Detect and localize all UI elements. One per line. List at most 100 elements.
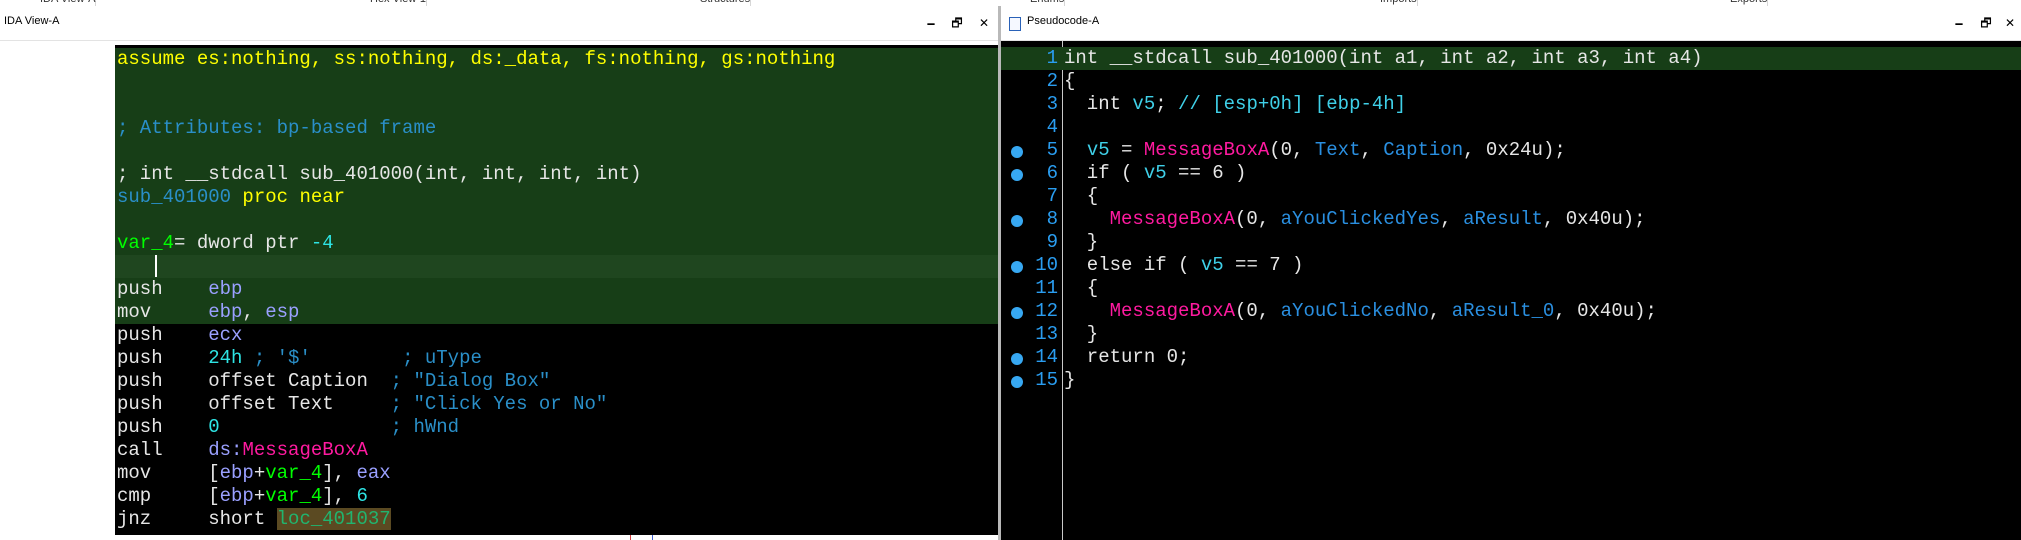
disassembly-line[interactable]: [115, 94, 998, 117]
pseudocode-text: if ( v5 == 6 ): [1064, 162, 1247, 185]
pseudocode-token: Caption: [1383, 139, 1464, 161]
restore-button[interactable]: 🗗: [1978, 15, 1994, 31]
pseudocode-line[interactable]: 9 }: [1001, 231, 2021, 254]
disassembly-line[interactable]: mov [ebp+var_4], eax: [115, 462, 998, 485]
disassembly-line[interactable]: jnz short loc_401037: [115, 508, 998, 531]
pseudocode-text: v5 = MessageBoxA(0, Text, Caption, 0x24u…: [1064, 139, 1566, 162]
pseudocode-line[interactable]: 2{: [1001, 70, 2021, 93]
pseudocode-text: int __stdcall sub_401000(int a1, int a2,…: [1064, 47, 1703, 70]
disassembly-line[interactable]: sub_401000 proc near: [115, 186, 998, 209]
minimize-button[interactable]: 🗕: [923, 15, 939, 31]
disassembly-token: 24h: [208, 347, 243, 369]
pseudocode-line[interactable]: 14 return 0;: [1001, 346, 2021, 369]
line-number: 2: [1046, 70, 1058, 92]
disassembly-line[interactable]: push offset Caption ; "Dialog Box": [115, 370, 998, 393]
disassembly-token: ecx: [208, 324, 243, 346]
close-button[interactable]: ✕: [2002, 15, 2018, 31]
disassembly-token: push: [117, 347, 209, 369]
disassembly-line[interactable]: push ebp: [115, 278, 998, 301]
pseudocode-token: aYouClickedYes: [1280, 208, 1441, 230]
disassembly-line[interactable]: [115, 255, 998, 278]
disassembly-token: ],: [322, 462, 357, 484]
line-number: 3: [1046, 93, 1058, 115]
disassembly-token: 0: [208, 416, 220, 438]
disassembly-token: cmp [: [117, 485, 220, 507]
disassembly-token: ebp: [219, 462, 254, 484]
disassembly-line[interactable]: push offset Text ; "Click Yes or No": [115, 393, 998, 416]
disassembly-token: call: [117, 439, 209, 461]
disassembly-token: ; hWnd: [390, 416, 460, 438]
disassembly-token: push offset Caption: [117, 370, 391, 392]
disassembly-line[interactable]: ; Attributes: bp-based frame: [115, 117, 998, 140]
ida-view-body[interactable]: assume es:nothing, ss:nothing, ds:_data,…: [0, 41, 998, 540]
disassembly-line[interactable]: cmp [ebp+var_4], 6: [115, 485, 998, 508]
pseudocode-token: ,: [1440, 208, 1464, 230]
pseudocode-token: v5: [1086, 139, 1110, 161]
pseudocode-text: }: [1064, 323, 1098, 346]
minimize-button[interactable]: 🗕: [1951, 15, 1967, 31]
pseudocode-line[interactable]: 7 {: [1001, 185, 2021, 208]
pseudocode-doc-icon: [1009, 17, 1021, 31]
disassembly-line[interactable]: push ecx: [115, 324, 998, 347]
disassembly-token: assume es:nothing, ss:nothing, ds:_data,…: [117, 48, 836, 70]
disassembly-token: ds:: [208, 439, 243, 461]
pseudocode-token: , 0x24u);: [1463, 139, 1566, 161]
pseudocode-line[interactable]: 13 }: [1001, 323, 2021, 346]
pseudocode-line[interactable]: 5 v5 = MessageBoxA(0, Text, Caption, 0x2…: [1001, 139, 2021, 162]
disassembly-line[interactable]: [115, 140, 998, 163]
pseudocode-line[interactable]: 12 MessageBoxA(0, aYouClickedNo, aResult…: [1001, 300, 2021, 323]
pseudocode-token: ,: [1428, 300, 1452, 322]
pseudocode-token: MessageBoxA: [1143, 139, 1270, 161]
close-button[interactable]: ✕: [976, 15, 992, 31]
pseudocode-token: [1064, 300, 1110, 322]
disassembly-token: esp: [265, 301, 300, 323]
pseudocode-line[interactable]: 15}: [1001, 369, 2021, 392]
pseudocode-token: == 7 ): [1223, 254, 1304, 276]
disassembly-token: var_4: [265, 462, 323, 484]
line-number: 14: [1035, 346, 1058, 368]
disassembly-line[interactable]: push 24h ; '$' ; uType: [115, 347, 998, 370]
pseudocode-token: int: [1064, 93, 1133, 115]
disassembly-token: var_4: [265, 485, 323, 507]
pseudocode-token: v5: [1143, 162, 1167, 184]
disassembly-line[interactable]: mov ebp, esp: [115, 301, 998, 324]
pseudocode-line[interactable]: 10 else if ( v5 == 7 ): [1001, 254, 2021, 277]
pseudocode-token: }: [1064, 369, 1076, 391]
line-number: 10: [1035, 254, 1058, 276]
disassembly-line[interactable]: var_4= dword ptr -4: [115, 232, 998, 255]
line-number: 12: [1035, 300, 1058, 322]
graph-edge-marker: [630, 535, 631, 540]
disassembly-line[interactable]: [115, 71, 998, 94]
pseudocode-line[interactable]: 11 {: [1001, 277, 2021, 300]
pseudocode-token: MessageBoxA: [1109, 300, 1236, 322]
disassembly-token: [220, 416, 391, 438]
pseudocode-text: int v5; // [esp+0h] [ebp-4h]: [1064, 93, 1406, 116]
disassembly-line[interactable]: assume es:nothing, ss:nothing, ds:_data,…: [115, 48, 998, 71]
restore-button[interactable]: 🗗: [949, 15, 965, 31]
disassembly-line[interactable]: [115, 209, 998, 232]
disassembly-token: push offset Text: [117, 393, 391, 415]
line-number: 9: [1046, 231, 1058, 253]
pseudocode-line[interactable]: 8 MessageBoxA(0, aYouClickedYes, aResult…: [1001, 208, 2021, 231]
pseudocode-titlebar: Pseudocode-A 🗕 🗗 ✕: [1001, 6, 2021, 41]
disassembly-token: +: [253, 485, 266, 507]
pseudocode-token: , 0x40u);: [1542, 208, 1646, 230]
pseudocode-line[interactable]: 6 if ( v5 == 6 ): [1001, 162, 2021, 185]
pseudocode-line[interactable]: 3 int v5; // [esp+0h] [ebp-4h]: [1001, 93, 2021, 116]
pseudocode-text: MessageBoxA(0, aYouClickedYes, aResult, …: [1064, 208, 1646, 231]
pseudocode-listing[interactable]: 1 int __stdcall sub_401000(int a1, int a2…: [1001, 41, 2021, 540]
pseudocode-token: int __stdcall sub_401000(int a1, int a2,…: [1064, 47, 1703, 69]
pseudocode-token: aResult_0: [1451, 300, 1555, 322]
pseudocode-line[interactable]: 4: [1001, 116, 2021, 139]
disassembly-listing[interactable]: assume es:nothing, ss:nothing, ds:_data,…: [115, 45, 998, 535]
pseudocode-token: == 6 ): [1166, 162, 1247, 184]
disassembly-token: push: [117, 324, 209, 346]
ida-view-titlebar: IDA View-A 🗕 🗗 ✕: [0, 6, 998, 41]
pseudocode-text: return 0;: [1064, 346, 1190, 369]
disassembly-line[interactable]: call ds:MessageBoxA: [115, 439, 998, 462]
disassembly-line[interactable]: ; int __stdcall sub_401000(int, int, int…: [115, 163, 998, 186]
disassembly-token: jnz short: [117, 508, 277, 530]
disassembly-line[interactable]: push 0 ; hWnd: [115, 416, 998, 439]
pseudocode-line[interactable]: 1 int __stdcall sub_401000(int a1, int a2…: [1001, 47, 2021, 70]
disassembly-token: 6: [356, 485, 368, 507]
